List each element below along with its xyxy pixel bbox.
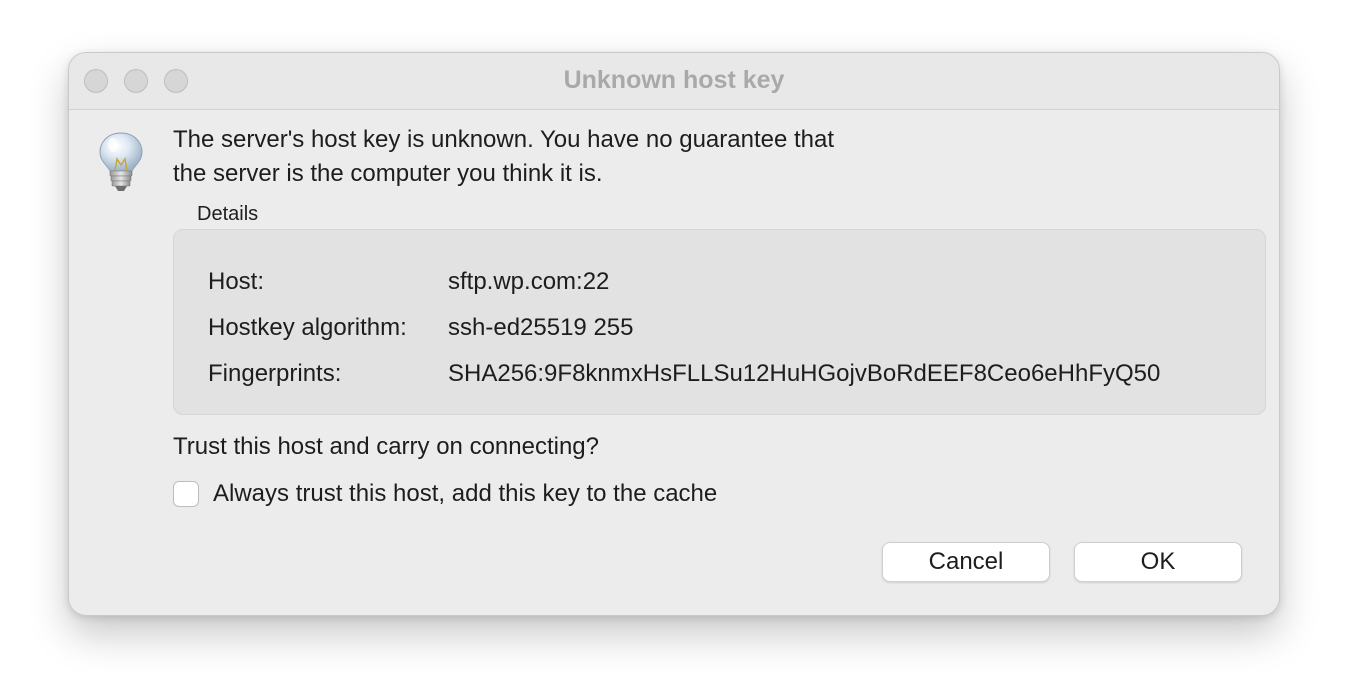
host-label: Host: (208, 268, 265, 295)
fingerprint-label: Fingerprints: (208, 360, 342, 387)
message-line-2: the server is the computer you think it … (173, 160, 603, 187)
details-box: Host: sftp.wp.com:22 Hostkey algorithm: … (173, 229, 1266, 415)
details-label: Details (197, 203, 259, 225)
message-line-1: The server's host key is unknown. You ha… (173, 126, 835, 153)
algorithm-label: Hostkey algorithm: (208, 314, 407, 341)
trust-question: Trust this host and carry on connecting? (173, 433, 599, 460)
ok-button[interactable]: OK (1074, 542, 1242, 582)
always-trust-option[interactable]: Always trust this host, add this key to … (173, 479, 717, 509)
lightbulb-icon (99, 132, 143, 191)
cancel-button[interactable]: Cancel (882, 542, 1050, 582)
dialog-window: Unknown host key The server's host key i… (68, 52, 1280, 616)
title-bar: Unknown host key (69, 53, 1279, 110)
always-trust-checkbox[interactable] (173, 481, 199, 507)
message-text: The server's host key is unknown. You ha… (173, 123, 993, 191)
window-title: Unknown host key (563, 66, 785, 94)
host-value: sftp.wp.com:22 (448, 268, 610, 295)
fingerprint-value: SHA256:9F8knmxHsFLLSu12HuHGojvBoRdEEF8Ce… (448, 360, 1161, 387)
always-trust-label[interactable]: Always trust this host, add this key to … (213, 480, 717, 508)
algorithm-value: ssh-ed25519 255 (448, 314, 634, 341)
